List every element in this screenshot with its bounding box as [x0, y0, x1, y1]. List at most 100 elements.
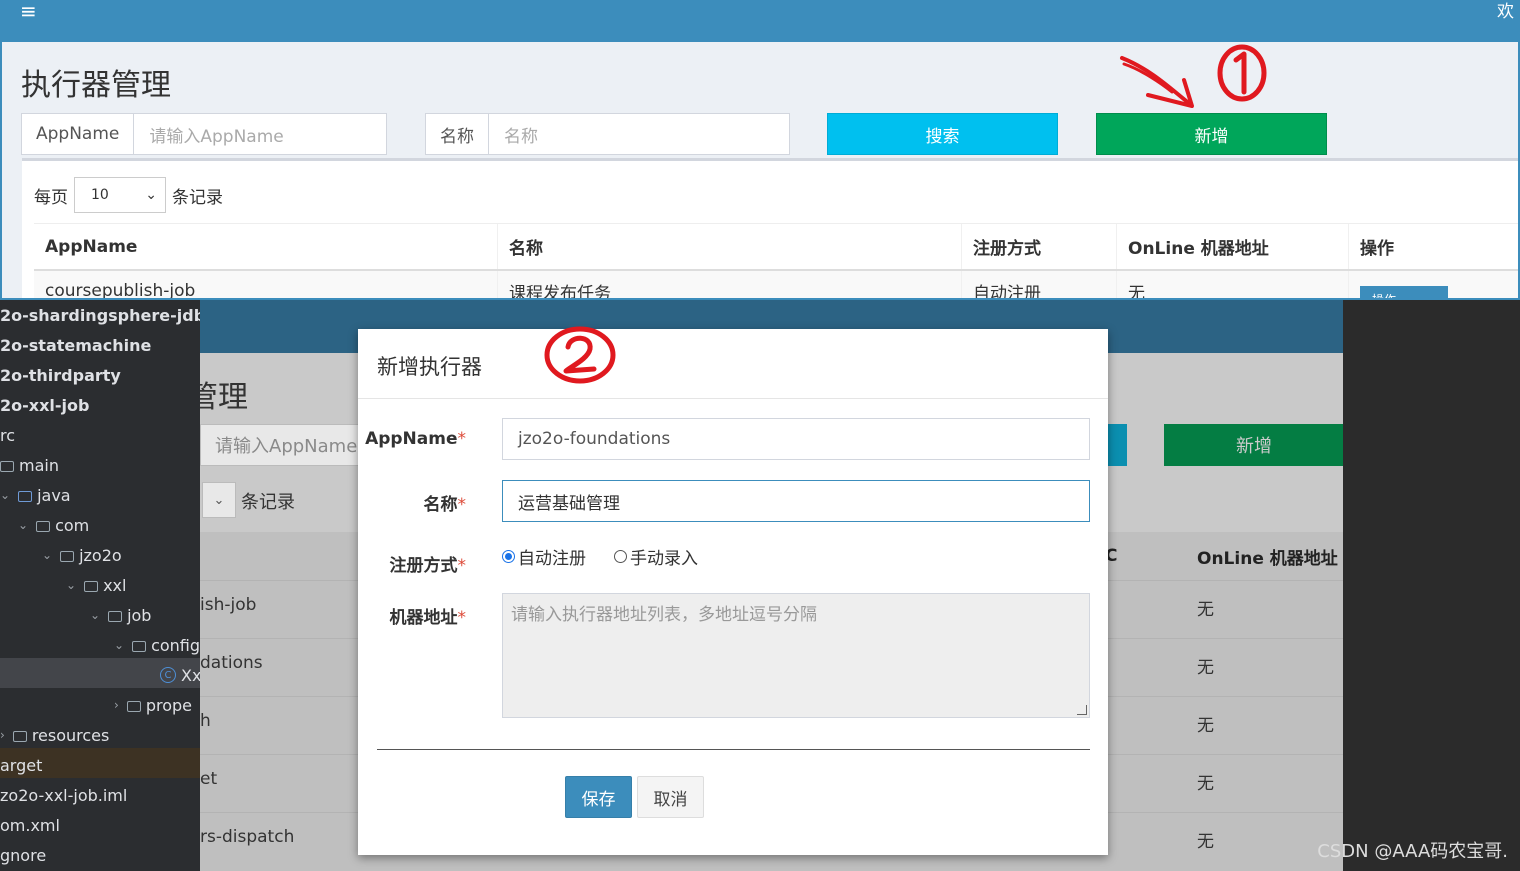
tree-item-label: 2o-shardingsphere-jdbc: [0, 305, 200, 325]
tree-item-target[interactable]: arget: [0, 750, 42, 780]
resources-folder-icon: [12, 730, 27, 742]
tree-item-label: 2o-thirdparty: [0, 365, 121, 385]
ide-project-tree: 2o-shardingsphere-jdbc 2o-statemachine 2…: [0, 300, 200, 871]
background-page-title: 管理: [200, 380, 248, 415]
background-add-button: 新增: [1164, 424, 1343, 466]
appname-addon: AppName: [22, 114, 135, 154]
modal-header: 新增执行器: [358, 329, 1108, 399]
chevron-down-icon: ⌄: [213, 492, 225, 508]
tree-item-config[interactable]: ⌄ config: [114, 630, 200, 660]
appname-search-group: AppName 请输入AppName: [21, 113, 387, 155]
package-icon: [126, 700, 141, 712]
col-appname[interactable]: AppName: [34, 224, 498, 269]
tree-item-module[interactable]: 2o-xxl-job: [0, 390, 89, 420]
search-button[interactable]: 搜索: [827, 113, 1058, 155]
page-title: 执行器管理: [21, 68, 171, 103]
add-executor-modal: 新增执行器 AppName* jzo2o-foundations 名称* 运营基…: [358, 326, 1108, 855]
appname-label: AppName*: [358, 429, 466, 449]
tree-item-label: jzo2o: [79, 545, 122, 565]
label-text: AppName: [365, 429, 458, 449]
tree-item-src[interactable]: rc: [0, 420, 15, 450]
tree-item-main[interactable]: main: [0, 450, 59, 480]
background-page-size-select: ⌄: [202, 482, 236, 518]
annotation-arrow-one: [1120, 44, 1267, 108]
package-icon: [36, 520, 51, 532]
radio-label: 手动录入: [630, 549, 698, 569]
name-search-group: 名称 名称: [425, 113, 790, 155]
radio-unchecked-icon: [614, 550, 627, 563]
col-online-address[interactable]: OnLine 机器地址: [1117, 224, 1349, 269]
tree-item-pom[interactable]: om.xml: [0, 810, 60, 840]
chevron-down-icon: ⌄: [0, 488, 11, 502]
cell-actions: 操作: [1349, 271, 1518, 298]
tree-item-label: prope: [145, 695, 192, 715]
modal-divider: [377, 749, 1090, 750]
row-name-fragment: h: [200, 711, 211, 731]
tree-item-properties[interactable]: › prope: [114, 690, 192, 720]
cancel-button[interactable]: 取消: [637, 776, 704, 818]
required-mark: *: [457, 556, 467, 576]
label-text: 机器地址: [389, 608, 458, 628]
top-navbar: ≡ 欢: [2, 2, 1518, 42]
address-label: 机器地址*: [358, 603, 467, 628]
tree-item-label: main: [19, 455, 59, 475]
tree-item-module[interactable]: 2o-thirdparty: [0, 360, 121, 390]
appname-search-input[interactable]: 请输入AppName: [134, 114, 386, 154]
col-name[interactable]: 名称: [498, 224, 962, 269]
row-online: 无: [1197, 774, 1214, 794]
chevron-down-icon: ⌄: [145, 187, 157, 203]
save-button[interactable]: 保存: [565, 776, 632, 818]
row-name-fragment: rs-dispatch: [200, 827, 295, 847]
row-action-button[interactable]: 操作: [1360, 286, 1448, 298]
add-executor-button[interactable]: 新增: [1096, 113, 1327, 155]
address-textarea[interactable]: 请输入执行器地址列表，多地址逗号分隔: [502, 593, 1090, 718]
tree-item-module[interactable]: 2o-shardingsphere-jdbc: [0, 300, 200, 330]
required-mark: *: [457, 495, 467, 515]
col-register-type[interactable]: 注册方式: [962, 224, 1117, 269]
folder-icon: [0, 460, 14, 472]
folder-icon: [18, 490, 33, 502]
chevron-down-icon: ⌄: [66, 578, 77, 592]
tree-item-label: om.xml: [0, 815, 60, 835]
resize-handle-icon[interactable]: [1077, 705, 1087, 715]
row-name-fragment: et: [200, 769, 218, 789]
tree-item-jzo2o[interactable]: ⌄ jzo2o: [42, 540, 122, 570]
tree-item-xxl[interactable]: ⌄ xxl: [66, 570, 126, 600]
chevron-down-icon: ⌄: [90, 608, 101, 622]
register-type-label: 注册方式*: [358, 551, 467, 576]
radio-manual-entry[interactable]: 手动录入: [614, 544, 698, 569]
name-field[interactable]: 运营基础管理: [502, 480, 1090, 522]
appname-field[interactable]: jzo2o-foundations: [502, 418, 1090, 460]
tree-item-com[interactable]: ⌄ com: [18, 510, 89, 540]
background-per-page-suffix: 条记录: [241, 492, 295, 513]
chevron-down-icon: ⌄: [42, 548, 53, 562]
label-text: 注册方式: [389, 556, 458, 576]
name-search-input[interactable]: 名称: [489, 114, 789, 154]
tree-item-java[interactable]: ⌄ java: [0, 480, 71, 510]
user-menu[interactable]: 欢: [1497, 2, 1514, 22]
top-screenshot: ≡ 欢 执行器管理 AppName 请输入AppName 名称 名称 搜索 新增…: [0, 0, 1520, 300]
tree-item-label: rc: [0, 425, 16, 445]
register-type-radio-group: 自动注册 手动录入: [502, 544, 726, 569]
background-appname-input: 请输入AppName: [200, 424, 360, 466]
address-placeholder: 请输入执行器地址列表，多地址逗号分隔: [511, 605, 817, 625]
tree-item-iml[interactable]: zo2o-xxl-job.iml: [0, 780, 127, 810]
tree-item-label: 2o-statemachine: [0, 335, 152, 355]
menu-toggle-icon[interactable]: ≡: [20, 2, 37, 21]
row-online: 无: [1197, 658, 1214, 678]
chevron-down-icon: ⌄: [114, 638, 125, 652]
per-page-suffix: 条记录: [172, 187, 223, 208]
tree-item-label: config: [151, 635, 200, 655]
radio-auto-register[interactable]: 自动注册: [502, 544, 586, 569]
tree-item-module[interactable]: 2o-statemachine: [0, 330, 151, 360]
tree-item-label: gnore: [0, 845, 47, 865]
tree-item-class-file[interactable]: C Xx: [160, 660, 200, 690]
table-header: AppName 名称 注册方式 OnLine 机器地址 操作: [34, 223, 1518, 271]
tree-item-resources[interactable]: › resources: [0, 720, 109, 750]
row-online: 无: [1197, 600, 1214, 620]
page-size-select[interactable]: 10 ⌄: [74, 177, 166, 213]
radio-label: 自动注册: [518, 549, 586, 569]
watermark: CSDN @AAA码农宝哥.: [1317, 841, 1508, 862]
tree-item-job[interactable]: ⌄ job: [90, 600, 151, 630]
tree-item-gitignore[interactable]: gnore: [0, 840, 46, 870]
